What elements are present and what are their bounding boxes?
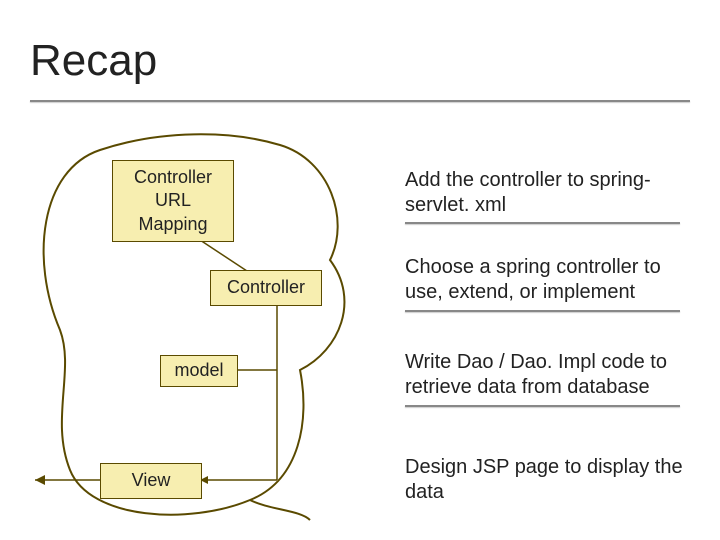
annotation-3-underline	[405, 405, 680, 407]
annotation-1: Add the controller to spring-servlet. xm…	[405, 168, 695, 218]
box-controller: Controller	[210, 270, 322, 306]
annotation-2-underline	[405, 310, 680, 312]
title-underline	[30, 100, 690, 102]
annotation-2: Choose a spring controller to use, exten…	[405, 255, 695, 305]
box-view: View	[100, 463, 202, 499]
box-url-mapping: Controller URL Mapping	[112, 160, 234, 242]
page-title: Recap	[30, 36, 157, 86]
box-model: model	[160, 355, 238, 387]
annotation-4: Design JSP page to display the data	[405, 455, 695, 505]
annotation-1-underline	[405, 222, 680, 224]
annotation-3: Write Dao / Dao. Impl code to retrieve d…	[405, 350, 695, 400]
